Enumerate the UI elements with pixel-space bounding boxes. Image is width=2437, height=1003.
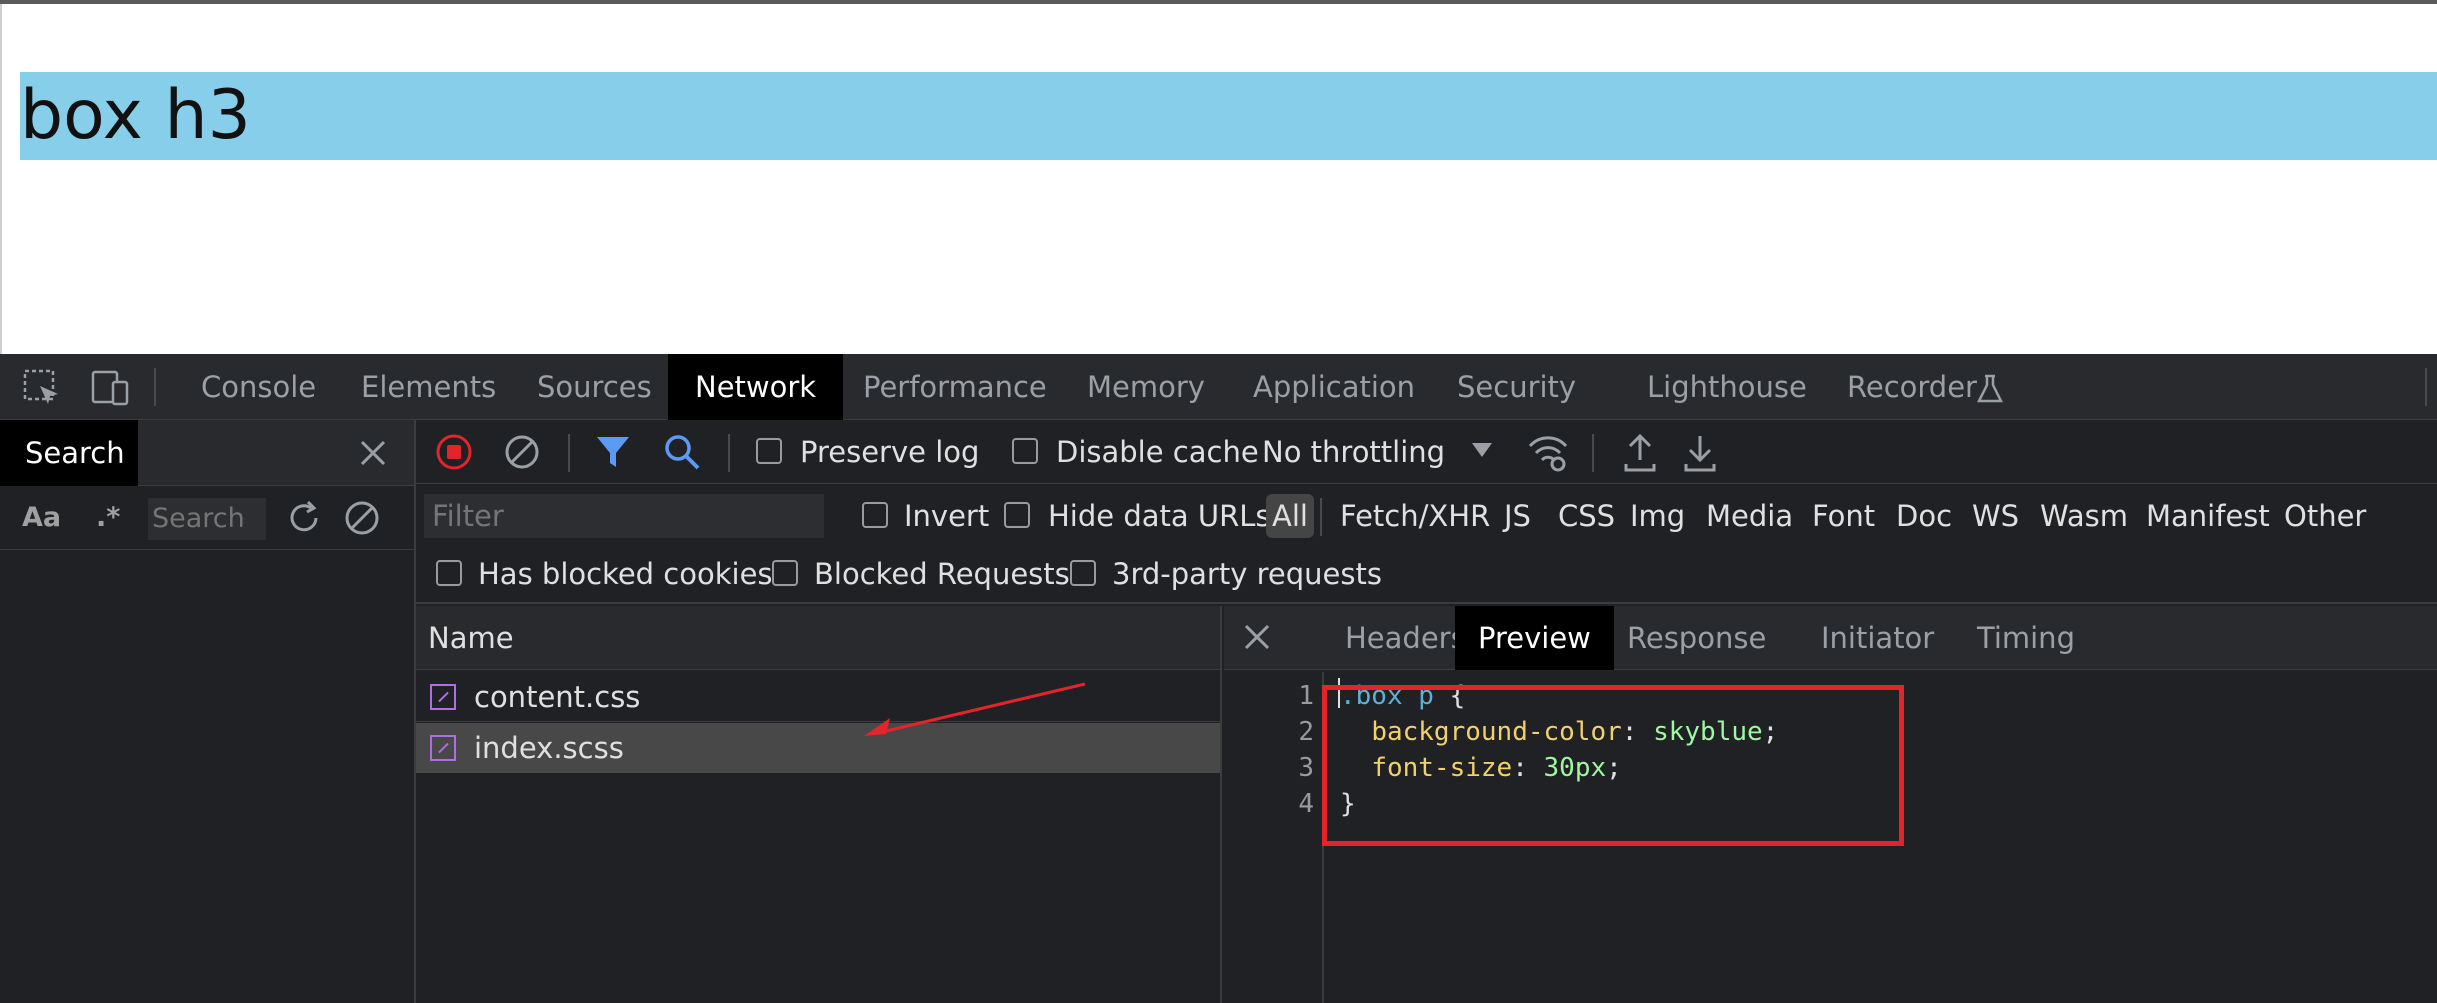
filter-row: Invert Hide data URLs All Fetch/XHR JS C… <box>416 484 2437 548</box>
record-stop-icon[interactable] <box>434 432 474 472</box>
inspect-element-icon[interactable] <box>22 368 62 408</box>
import-har-icon[interactable] <box>1622 430 1658 474</box>
chevron-down-icon[interactable] <box>1470 440 1494 460</box>
devtools-tab-bar: Console Elements Sources Network Perform… <box>0 354 2437 420</box>
clear-icon[interactable] <box>342 498 382 538</box>
page-heading: box h3 <box>20 72 2437 160</box>
search-drawer-header: Search <box>0 420 414 486</box>
tab-network[interactable]: Network <box>668 354 844 420</box>
filter-input[interactable] <box>424 494 824 538</box>
tab-preview[interactable]: Preview <box>1455 606 1614 670</box>
tab-response[interactable]: Response <box>1604 606 1789 670</box>
annotation-arrow <box>864 682 1086 736</box>
tab-application[interactable]: Application <box>1226 354 1442 420</box>
tab-console[interactable]: Console <box>174 354 343 420</box>
filter-type-all[interactable]: All <box>1266 494 1314 538</box>
stylesheet-file-icon <box>430 684 456 710</box>
line-number-gutter: 1 2 3 4 <box>1224 672 1324 1003</box>
tab-timing[interactable]: Timing <box>1954 606 2098 670</box>
throttling-select[interactable]: No throttling <box>1262 430 1445 474</box>
invert-label: Invert <box>904 499 990 533</box>
search-drawer-title[interactable]: Search <box>0 420 138 486</box>
filter-type-fetch-xhr[interactable]: Fetch/XHR <box>1334 494 1496 538</box>
devtools-panel: Console Elements Sources Network Perform… <box>0 354 2437 1003</box>
device-toolbar-icon[interactable] <box>90 368 132 408</box>
filter-type-font[interactable]: Font <box>1806 494 1881 538</box>
export-har-icon[interactable] <box>1682 430 1718 474</box>
toolbar-separator <box>728 434 730 472</box>
filter-type-doc[interactable]: Doc <box>1890 494 1958 538</box>
toolbar-separator <box>154 368 156 406</box>
disable-cache-checkbox[interactable] <box>1012 438 1038 464</box>
line-number: 2 <box>1298 717 1314 747</box>
tab-elements[interactable]: Elements <box>334 354 523 420</box>
column-header-name[interactable]: Name <box>416 606 1220 670</box>
window-top-border <box>0 0 2437 4</box>
tab-lighthouse[interactable]: Lighthouse <box>1620 354 1834 420</box>
stylesheet-file-icon <box>430 735 456 761</box>
blocked-requests-label: Blocked Requests <box>814 557 1070 591</box>
tab-sources[interactable]: Sources <box>510 354 679 420</box>
search-options: Aa .* <box>0 486 414 550</box>
filter-type-ws[interactable]: WS <box>1966 494 2025 538</box>
search-icon[interactable] <box>662 432 702 472</box>
toolbar-separator <box>568 434 570 472</box>
toolbar-separator <box>1320 498 1322 536</box>
network-toolbar: Preserve log Disable cache No throttling <box>416 420 2437 484</box>
request-name: content.css <box>474 680 641 714</box>
hide-data-urls-label: Hide data URLs <box>1048 499 1271 533</box>
network-conditions-icon[interactable] <box>1526 430 1570 474</box>
request-list: Name content.css index.scss <box>416 606 1222 1003</box>
line-number: 1 <box>1298 681 1314 711</box>
filter-type-img[interactable]: Img <box>1624 494 1691 538</box>
blocked-filters-row: Has blocked cookies Blocked Requests 3rd… <box>416 548 2437 604</box>
annotation-highlight-box <box>1322 685 1904 846</box>
tab-memory[interactable]: Memory <box>1060 354 1232 420</box>
has-blocked-cookies-checkbox[interactable] <box>436 560 462 586</box>
filter-type-manifest[interactable]: Manifest <box>2140 494 2276 538</box>
filter-type-media[interactable]: Media <box>1700 494 1799 538</box>
detail-tab-bar: Headers Preview Response Initiator Timin… <box>1224 606 2437 670</box>
preserve-log-label: Preserve log <box>800 435 980 469</box>
line-number: 3 <box>1298 753 1314 783</box>
search-drawer: Search Aa .* <box>0 420 416 1003</box>
invert-checkbox[interactable] <box>862 502 888 528</box>
match-case-toggle[interactable]: Aa <box>22 498 61 538</box>
search-input[interactable] <box>148 498 266 540</box>
third-party-requests-checkbox[interactable] <box>1070 560 1096 586</box>
toolbar-separator <box>1592 434 1594 472</box>
close-icon[interactable] <box>1240 620 1274 654</box>
request-name: index.scss <box>474 731 624 765</box>
has-blocked-cookies-label: Has blocked cookies <box>478 557 773 591</box>
clear-log-icon[interactable] <box>502 432 542 472</box>
flask-icon <box>1976 374 2004 404</box>
filter-type-wasm[interactable]: Wasm <box>2034 494 2134 538</box>
filter-type-other[interactable]: Other <box>2278 494 2372 538</box>
window-left-border <box>0 4 2 354</box>
preserve-log-checkbox[interactable] <box>756 438 782 464</box>
hide-data-urls-checkbox[interactable] <box>1004 502 1030 528</box>
line-number: 4 <box>1298 789 1314 819</box>
disable-cache-label: Disable cache <box>1056 435 1259 469</box>
filter-type-js[interactable]: JS <box>1498 494 1537 538</box>
close-icon[interactable] <box>354 434 392 472</box>
regex-toggle[interactable]: .* <box>96 498 120 538</box>
filter-icon[interactable] <box>594 432 632 472</box>
tab-security[interactable]: Security <box>1430 354 1603 420</box>
blocked-requests-checkbox[interactable] <box>772 560 798 586</box>
filter-type-css[interactable]: CSS <box>1552 494 1621 538</box>
refresh-icon[interactable] <box>284 498 324 538</box>
toolbar-separator <box>2425 368 2427 406</box>
third-party-requests-label: 3rd-party requests <box>1112 557 1382 591</box>
tab-performance[interactable]: Performance <box>836 354 1074 420</box>
tab-initiator[interactable]: Initiator <box>1798 606 1957 670</box>
